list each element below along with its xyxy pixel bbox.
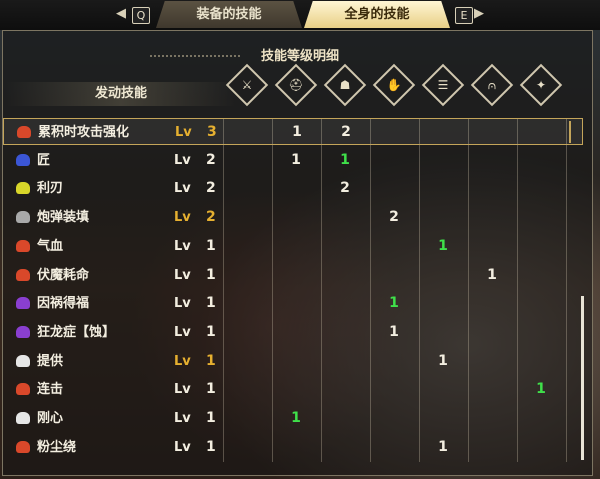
slot-level-value: 1: [438, 438, 448, 455]
talisman-icon-glyph: ✦: [535, 78, 547, 92]
skill-row[interactable]: 因祸得福 Lv 1 1: [3, 290, 583, 317]
skill-level: 1: [206, 352, 216, 369]
skill-row[interactable]: 狂龙症【蚀】 Lv 1 1: [3, 319, 583, 346]
skill-row[interactable]: 累积时攻击强化 Lv 3 1 2: [3, 118, 583, 145]
level-prefix: Lv: [174, 210, 191, 226]
skill-name: 累积时攻击强化: [38, 125, 130, 140]
slot-level-value: 2: [389, 209, 399, 226]
page-title: 技能等级明细: [260, 49, 339, 64]
waist-icon-glyph: ☰: [437, 78, 449, 92]
skill-icon: [16, 383, 30, 396]
skill-level: 2: [206, 151, 216, 168]
slot-level-value: 1: [291, 151, 301, 168]
level-prefix: Lv: [174, 267, 191, 283]
skill-name: 伏魔耗命: [37, 267, 90, 283]
slot-level-value: 1: [536, 381, 546, 398]
skill-icon: [16, 354, 30, 367]
slot-level-value: 1: [340, 151, 350, 168]
skill-row[interactable]: 气血 Lv 1 1: [3, 233, 583, 260]
skill-level: 1: [206, 381, 216, 398]
skill-icon: [16, 412, 30, 424]
skill-icon: [16, 153, 30, 166]
slot-level-value: 2: [340, 180, 350, 197]
slot-level-value: 1: [389, 323, 399, 340]
skill-level: 1: [206, 438, 216, 455]
skill-icon: [16, 268, 30, 281]
skill-name: 利刃: [37, 181, 64, 197]
slot-level-value: 1: [487, 266, 497, 283]
prev-tab-key[interactable]: Q: [132, 7, 150, 24]
weapon-icon-glyph: ⚔: [241, 78, 253, 92]
skill-row[interactable]: 匠 Lv 2 1 1: [3, 147, 583, 174]
level-prefix: Lv: [174, 238, 191, 254]
slot-level-value: 1: [389, 295, 399, 312]
slot-level-value: 2: [341, 124, 351, 140]
level-prefix: Lv: [174, 411, 191, 426]
skill-row[interactable]: 连击 Lv 1 1: [3, 376, 583, 403]
skill-name: 连击: [37, 382, 64, 398]
skill-level: 1: [206, 237, 216, 254]
skill-name: 提供: [37, 353, 64, 369]
next-tab-key[interactable]: E: [455, 7, 473, 24]
skill-level: 3: [207, 124, 217, 140]
skill-row[interactable]: 提供 Lv 1 1: [3, 348, 583, 375]
level-prefix: Lv: [174, 439, 191, 455]
level-prefix: Lv: [174, 382, 191, 398]
skill-icon: [16, 297, 30, 310]
skill-row[interactable]: 伏魔耗命 Lv 1 1: [3, 262, 583, 289]
tab-bar: ◀ Q 装备的技能 全身的技能 E ▶: [0, 0, 600, 30]
skill-icon: [16, 325, 30, 338]
skill-icon: [16, 239, 30, 252]
skill-level: 1: [206, 410, 216, 426]
skill-name: 匠: [37, 152, 51, 168]
helmet-icon-glyph: ⛑: [288, 78, 304, 92]
skill-name: 狂龙症【蚀】: [37, 324, 116, 340]
tab-equipped-skills[interactable]: 装备的技能: [156, 1, 302, 28]
level-prefix: Lv: [174, 353, 191, 369]
chest-icon-glyph: ☗: [339, 78, 351, 92]
level-prefix: Lv: [174, 181, 191, 197]
skill-icon: [17, 126, 31, 138]
skill-name: 气血: [37, 238, 64, 254]
level-prefix: Lv: [174, 324, 191, 340]
skill-row[interactable]: 刚心 Lv 1 1: [3, 405, 583, 432]
tab-full-skills[interactable]: 全身的技能: [304, 1, 450, 28]
skill-icon: [16, 211, 30, 224]
row-highlight-marker: [569, 121, 571, 143]
level-prefix: Lv: [174, 152, 191, 168]
level-prefix: Lv: [175, 125, 192, 140]
skill-level: 1: [206, 323, 216, 340]
active-skills-header: 发动技能: [6, 82, 236, 106]
legs-icon-glyph: ⩀: [487, 78, 497, 92]
skill-name: 因祸得福: [37, 296, 90, 312]
arms-icon-glyph: ✋: [386, 78, 402, 92]
slot-level-value: 1: [438, 237, 448, 254]
skill-level: 2: [206, 180, 216, 197]
skill-row[interactable]: 炮弹装填 Lv 2 2: [3, 204, 583, 231]
skill-name: 炮弹装填: [37, 210, 90, 226]
skill-name: 粉尘绕: [37, 439, 77, 455]
skill-row[interactable]: 利刃 Lv 2 2: [3, 175, 583, 202]
skill-name: 刚心: [37, 411, 64, 426]
skill-row[interactable]: 粉尘绕 Lv 1 1: [3, 434, 583, 461]
slot-level-value: 1: [438, 352, 448, 369]
skill-icon: [16, 182, 30, 195]
skill-level: 2: [206, 209, 216, 226]
level-prefix: Lv: [174, 296, 191, 312]
chevron-left-icon: ◀: [116, 6, 126, 21]
scrollbar[interactable]: [581, 296, 584, 460]
skill-icon: [16, 440, 30, 453]
skill-level: 1: [206, 266, 216, 283]
slot-level-value: 1: [292, 124, 302, 140]
chevron-right-icon: ▶: [474, 6, 484, 21]
skill-level: 1: [206, 295, 216, 312]
slot-level-value: 1: [291, 410, 301, 426]
